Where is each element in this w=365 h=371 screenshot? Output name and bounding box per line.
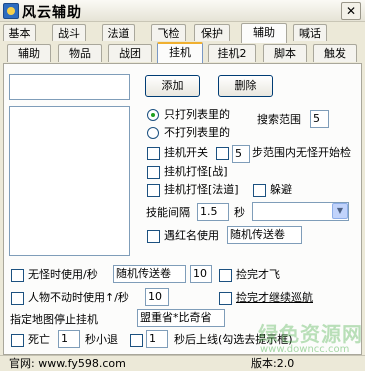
idle-seconds-input[interactable]: 10: [145, 288, 169, 306]
search-range-label: 搜索范围: [257, 113, 301, 126]
monster-name-input[interactable]: [9, 74, 130, 100]
window-title: 风云辅助: [22, 5, 82, 21]
hang-attack-battle-label: 挂机打怪[战]: [164, 165, 228, 178]
death-suffix-label: 秒小退: [85, 333, 118, 346]
red-name-checkbox[interactable]: [147, 230, 160, 243]
red-name-item-input[interactable]: 随机传送卷: [227, 226, 302, 244]
delete-button[interactable]: 删除: [218, 75, 273, 97]
relog-seconds-input[interactable]: 1: [146, 330, 168, 348]
relog-checkbox[interactable]: [130, 334, 143, 347]
tab-items[interactable]: 物品: [58, 44, 102, 62]
close-button[interactable]: ✕: [341, 2, 361, 20]
hang-attack-dao-label: 挂机打怪[法道]: [164, 183, 239, 196]
tab-trigger[interactable]: 触发: [313, 44, 357, 62]
range-input[interactable]: 5: [232, 145, 250, 163]
seconds-unit-label: 秒: [234, 206, 245, 219]
tab-combat[interactable]: 战斗: [52, 24, 86, 42]
only-list-label: 只打列表里的: [164, 108, 230, 121]
dodge-label: 躲避: [270, 183, 292, 196]
hang-attack-battle-checkbox[interactable]: [147, 166, 160, 179]
idle-label: 人物不动时使用↑/秒: [28, 291, 129, 304]
pickup-continue-label: 捡完才继续巡航: [236, 291, 313, 304]
pickup-continue-checkbox[interactable]: [219, 292, 232, 305]
only-list-radio[interactable]: [147, 109, 159, 121]
stop-map-input[interactable]: 盟重省*比奇省: [137, 309, 225, 327]
tab-assist[interactable]: 辅助: [241, 23, 287, 43]
range-checkbox[interactable]: [216, 147, 229, 160]
skill-interval-input[interactable]: 1.5: [197, 203, 229, 221]
website-status: 官网: www.fy598.com: [9, 357, 126, 370]
not-list-radio[interactable]: [147, 127, 159, 139]
stop-map-label: 指定地图停止挂机: [10, 313, 98, 326]
tab-fadao[interactable]: 法道: [102, 24, 135, 42]
no-monster-label: 无怪时使用/秒: [28, 268, 98, 281]
add-button[interactable]: 添加: [145, 75, 200, 97]
watermark-url: www.downcc.com: [260, 344, 350, 355]
tab-assist-sub[interactable]: 辅助: [7, 44, 51, 62]
red-name-label: 遇红名使用: [164, 229, 219, 242]
version-status: 版本:2.0: [251, 357, 295, 370]
tab-hangup2[interactable]: 挂机2: [208, 44, 256, 62]
no-monster-checkbox[interactable]: [11, 269, 24, 282]
idle-checkbox[interactable]: [11, 292, 24, 305]
not-list-label: 不打列表里的: [164, 126, 230, 139]
tab-guild[interactable]: 战团: [108, 44, 152, 62]
hang-attack-dao-checkbox[interactable]: [147, 184, 160, 197]
chevron-down-icon[interactable]: ▼: [332, 203, 348, 219]
death-label: 死亡: [28, 333, 50, 346]
hang-switch-checkbox[interactable]: [147, 147, 160, 160]
tab-shout[interactable]: 喊话: [293, 24, 327, 42]
pickup-fly-checkbox[interactable]: [219, 269, 232, 282]
tab-fly-check[interactable]: 飞检: [151, 24, 186, 42]
tab-script[interactable]: 脚本: [263, 44, 307, 62]
pickup-fly-label: 捡完才飞: [236, 268, 280, 281]
tab-protect[interactable]: 保护: [194, 24, 230, 42]
hang-switch-label: 挂机开关: [164, 146, 208, 159]
dodge-checkbox[interactable]: [253, 184, 266, 197]
no-monster-item-input[interactable]: 随机传送卷: [113, 265, 186, 283]
watermark: 绿色资源网: [258, 322, 363, 346]
search-range-input[interactable]: 5: [310, 110, 329, 128]
death-checkbox[interactable]: [11, 334, 24, 347]
no-monster-seconds-input[interactable]: 10: [190, 265, 212, 283]
tab-basic[interactable]: 基本: [3, 24, 36, 42]
skill-interval-label: 技能间隔: [146, 206, 190, 219]
range-suffix-label: 步范围内无怪开始检: [252, 146, 351, 159]
app-logo-icon: [3, 3, 19, 19]
death-seconds-input[interactable]: 1: [58, 330, 80, 348]
monster-list[interactable]: [9, 106, 130, 256]
tab-hangup[interactable]: 挂机: [157, 42, 203, 63]
